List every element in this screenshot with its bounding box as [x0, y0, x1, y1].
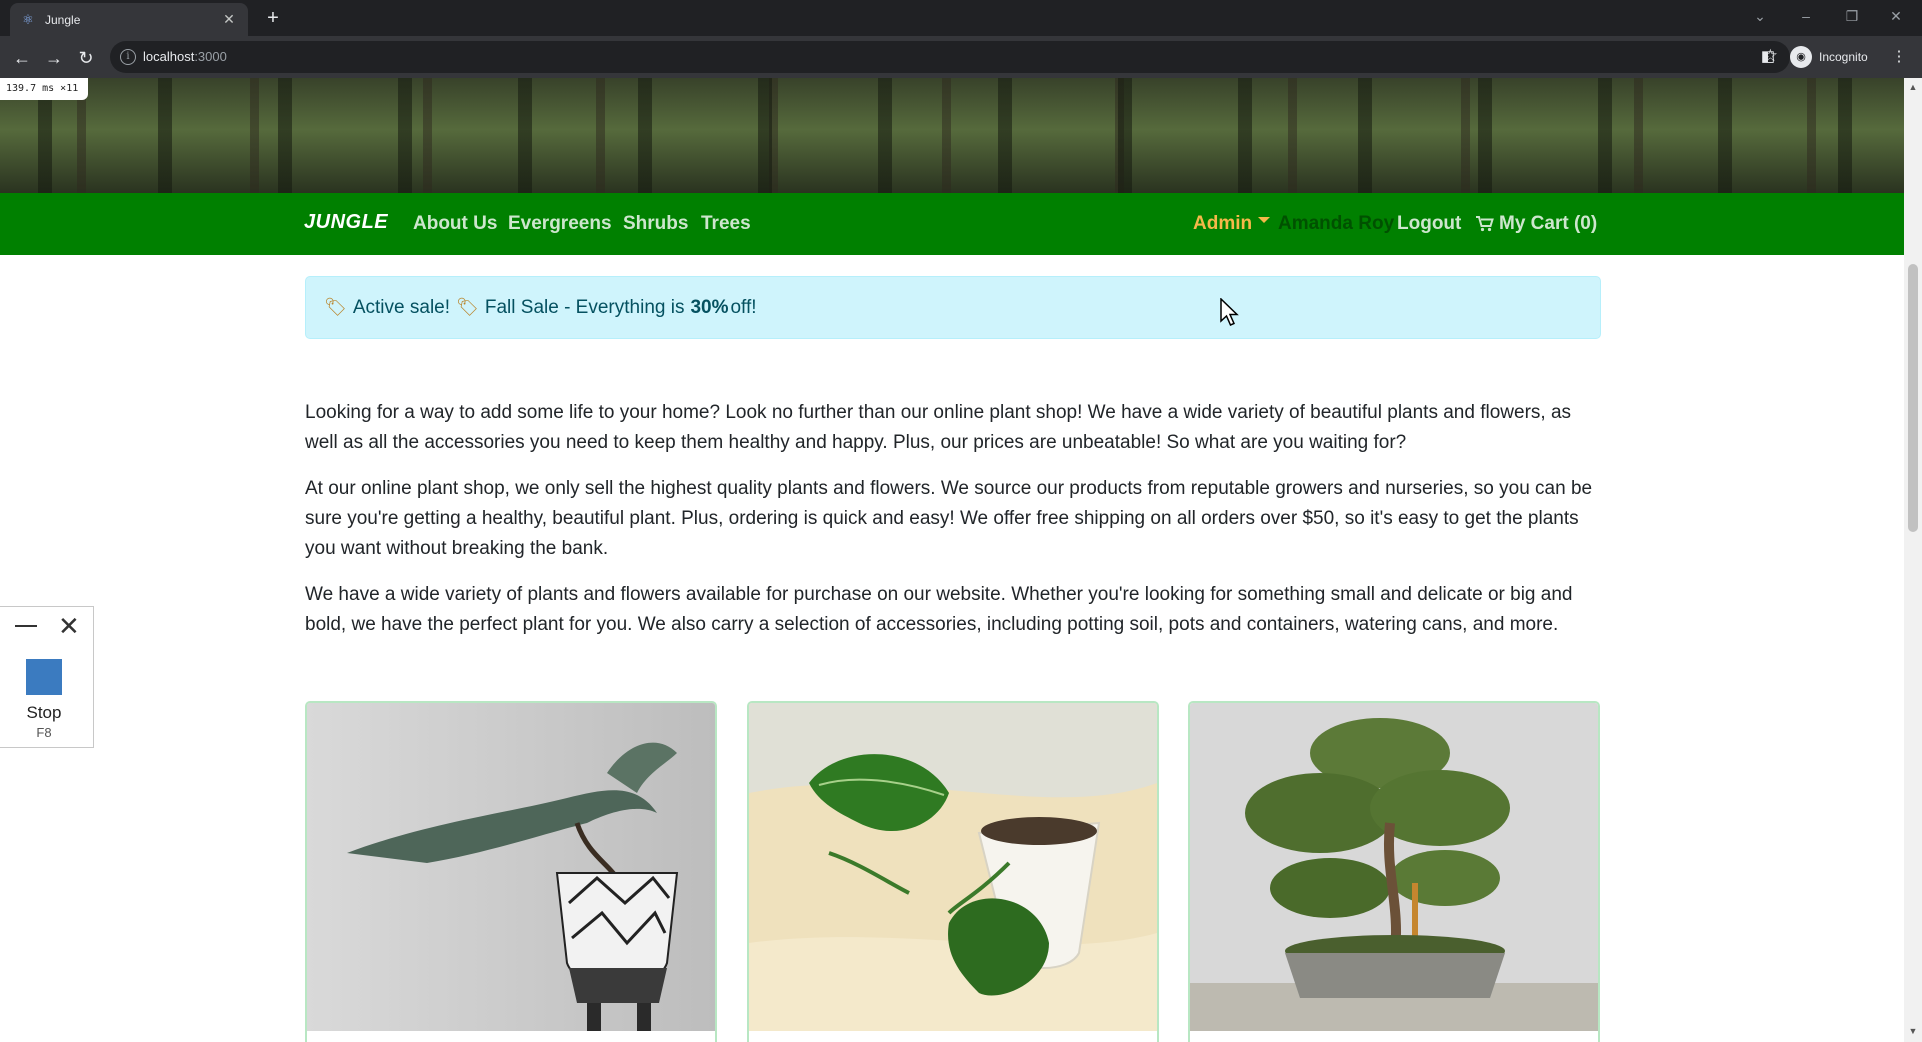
menu-kebab-icon[interactable]: ⋮ [1888, 46, 1910, 68]
sale-amount: 30% [690, 296, 729, 318]
tag-icon: 🏷 [324, 297, 347, 317]
site-info-icon[interactable]: i [120, 49, 136, 65]
scroll-up-icon[interactable]: ▲ [1908, 82, 1918, 92]
browser-toolbar: ← → ↻ i localhost:3000 ☆ ◧ ◉ Incognito ⋮ [0, 36, 1922, 78]
incognito-icon: ◉ [1790, 46, 1812, 68]
new-tab-button[interactable]: + [260, 6, 286, 30]
url-text: localhost:3000 [143, 49, 227, 64]
user-name: Amanda Roy [1278, 213, 1395, 234]
intro-text: Looking for a way to add some life to yo… [305, 398, 1605, 656]
cart-icon [1476, 216, 1494, 232]
cart-link[interactable]: My Cart (0) [1476, 213, 1597, 235]
nav-link-shrubs[interactable]: Shrubs [623, 213, 688, 235]
nav-link-about-us[interactable]: About Us [413, 213, 497, 235]
react-icon: ⚛ [22, 11, 34, 27]
stop-button[interactable] [26, 659, 62, 695]
nav-link-trees[interactable]: Trees [701, 213, 751, 235]
intro-paragraph: We have a wide variety of plants and flo… [305, 584, 1573, 635]
cart-label: My Cart (0) [1499, 213, 1598, 234]
mouse-cursor-icon [1220, 298, 1239, 326]
back-icon[interactable]: ← [10, 46, 34, 70]
product-image-juniper-bonsai [307, 703, 715, 1031]
sale-alert: 🏷 Active sale! 🏷 Fall Sale - Everything … [305, 276, 1601, 339]
forest-hero-image [0, 78, 1904, 193]
recorder-widget: ✕ Stop F8 [0, 606, 94, 748]
tab-search-icon[interactable]: ⌄ [1740, 4, 1780, 28]
scroll-down-icon[interactable]: ▼ [1908, 1026, 1918, 1036]
incognito-profile[interactable]: ◉ Incognito [1790, 43, 1868, 71]
stop-label: Stop [26, 703, 62, 722]
minimize-icon[interactable] [15, 625, 37, 627]
address-bar[interactable]: i localhost:3000 ☆ [110, 41, 1790, 73]
product-image-bonsai-tree [1190, 703, 1598, 1031]
reload-icon[interactable]: ↻ [74, 46, 98, 70]
product-card[interactable] [747, 701, 1159, 1042]
side-panel-icon[interactable]: ◧ [1757, 46, 1779, 68]
tag-icon: 🏷 [456, 297, 479, 317]
scroll-thumb[interactable] [1908, 264, 1918, 532]
page-viewport: 139.7 ms ×11 JUNGLE About Us Evergreens … [0, 78, 1904, 1042]
sale-suffix: off! [730, 296, 757, 318]
close-window-button[interactable]: ✕ [1876, 4, 1916, 28]
site-navbar: JUNGLE About Us Evergreens Shrubs Trees … [0, 193, 1904, 255]
product-image-pothos [749, 703, 1157, 1031]
brand-logo[interactable]: JUNGLE [304, 211, 388, 234]
nav-link-evergreens[interactable]: Evergreens [508, 213, 612, 235]
restore-button[interactable]: ❐ [1832, 4, 1872, 28]
admin-dropdown[interactable]: Admin [1193, 213, 1252, 235]
perf-overlay: 139.7 ms ×11 [0, 78, 88, 100]
product-card[interactable] [305, 701, 717, 1042]
page-scrollbar[interactable]: ▲ ▼ [1904, 78, 1922, 1042]
logout-link[interactable]: Logout [1397, 213, 1461, 235]
browser-tab[interactable]: ⚛ Jungle ✕ [10, 3, 248, 36]
sale-prefix: Active sale! [352, 296, 451, 318]
browser-tab-bar: ⚛ Jungle ✕ + ⌄ – ❐ ✕ [0, 0, 1922, 36]
tab-title: Jungle [45, 12, 81, 27]
minimize-button[interactable]: – [1786, 4, 1826, 28]
intro-paragraph: At our online plant shop, we only sell t… [305, 478, 1593, 559]
intro-paragraph: Looking for a way to add some life to yo… [305, 402, 1572, 453]
forward-icon[interactable]: → [42, 46, 66, 70]
stop-shortcut: F8 [36, 725, 52, 740]
close-icon[interactable]: ✕ [58, 611, 80, 642]
incognito-label: Incognito [1819, 50, 1868, 64]
sale-text: Fall Sale - Everything is [484, 296, 685, 318]
caret-down-icon[interactable] [1258, 217, 1270, 223]
close-tab-icon[interactable]: ✕ [220, 11, 238, 28]
product-card[interactable] [1188, 701, 1600, 1042]
